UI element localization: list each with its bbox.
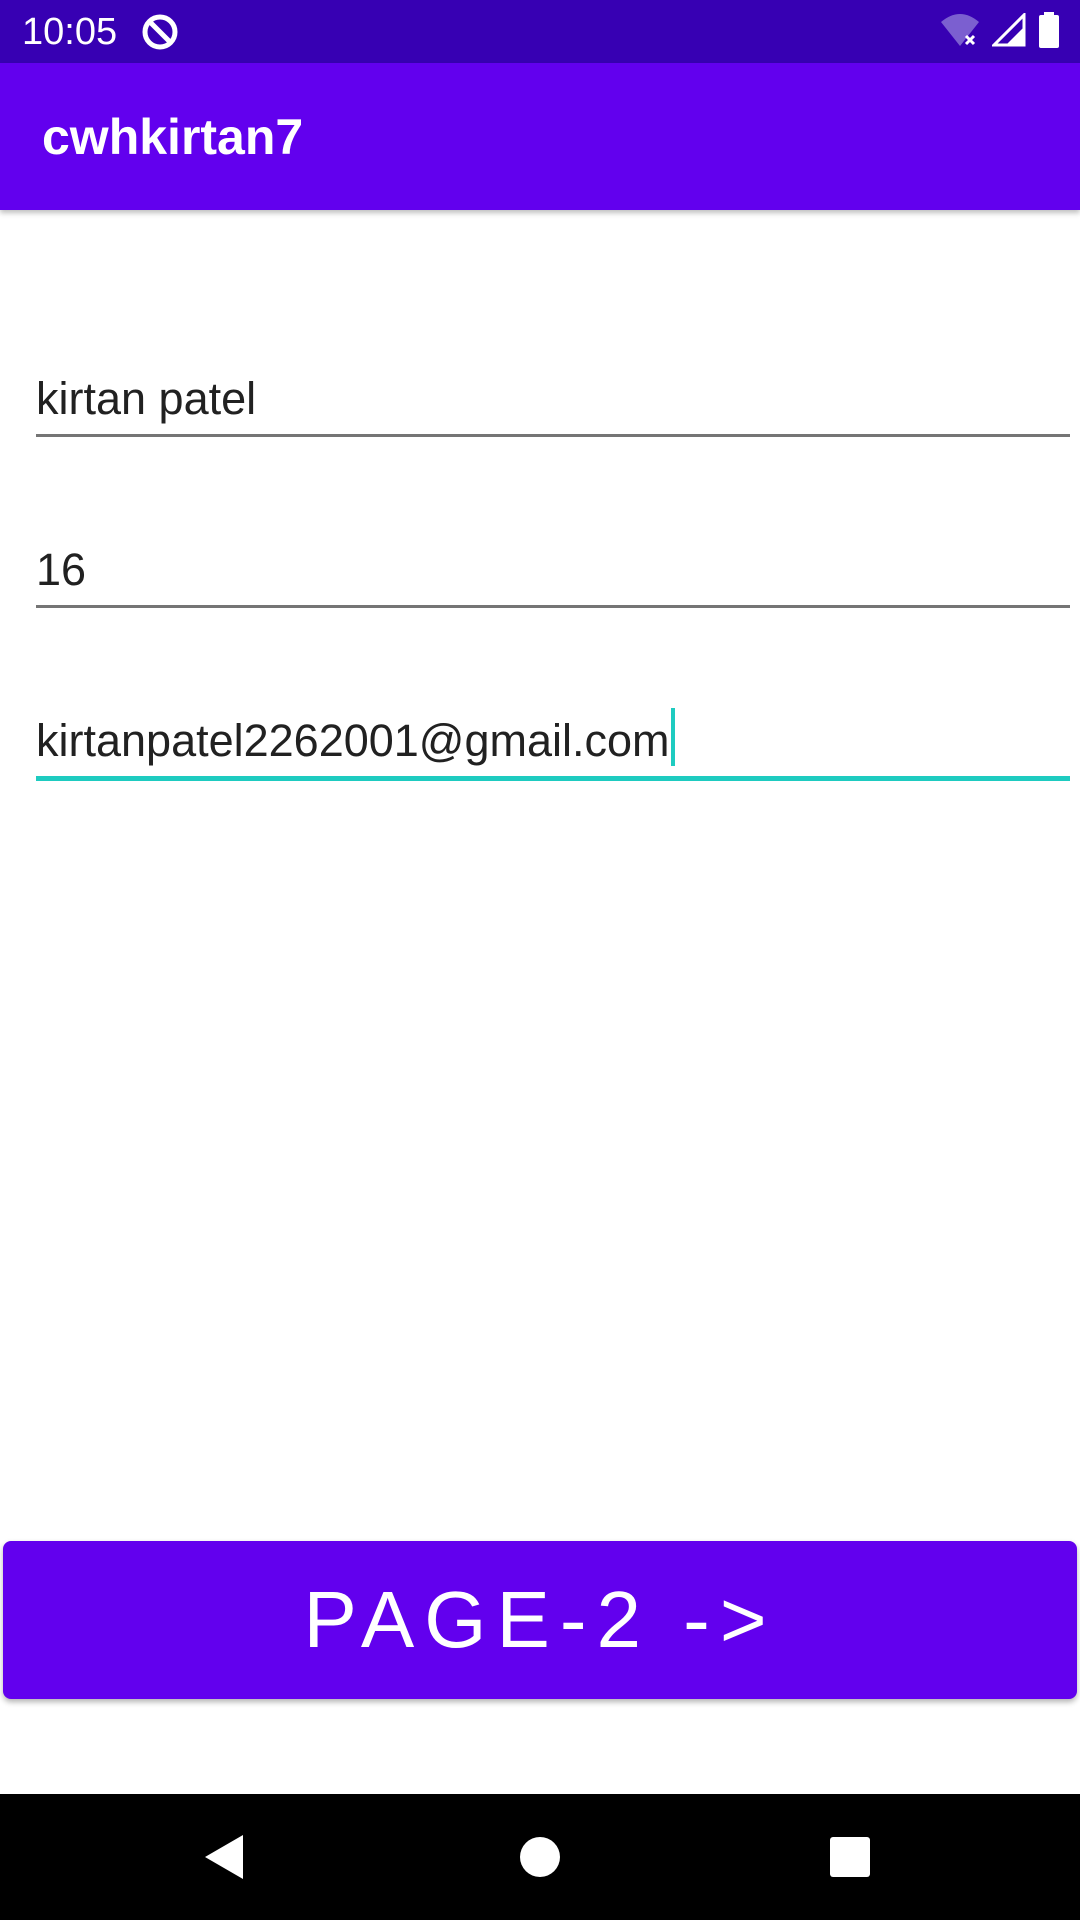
wifi-icon <box>940 12 980 53</box>
age-field[interactable]: 16 <box>36 528 1070 608</box>
email-field-value: kirtanpatel2262001@gmail.com <box>36 715 670 766</box>
status-time: 10:05 <box>22 11 118 53</box>
home-icon[interactable] <box>510 1827 570 1887</box>
recents-icon[interactable] <box>820 1827 880 1887</box>
email-field[interactable]: kirtanpatel2262001@gmail.com <box>36 701 1070 781</box>
name-field-value: kirtan patel <box>36 373 257 424</box>
text-cursor <box>670 708 675 766</box>
back-icon[interactable] <box>195 1827 255 1887</box>
app-notification-icon <box>140 12 180 52</box>
navigation-bar <box>0 1794 1080 1920</box>
age-field-value: 16 <box>36 544 87 595</box>
battery-icon <box>1038 11 1060 53</box>
status-bar: 10:05 <box>0 0 1080 63</box>
page-2-button[interactable]: PAGE-2 -> <box>3 1541 1077 1699</box>
signal-icon <box>990 10 1026 52</box>
app-bar: cwhkirtan7 <box>0 63 1080 210</box>
email-field-container: kirtanpatel2262001@gmail.com <box>36 708 675 768</box>
app-title: cwhkirtan7 <box>42 109 304 165</box>
name-field[interactable]: kirtan patel <box>36 357 1070 437</box>
status-icons <box>940 10 1060 53</box>
page-2-button-label: PAGE-2 -> <box>303 1575 777 1664</box>
